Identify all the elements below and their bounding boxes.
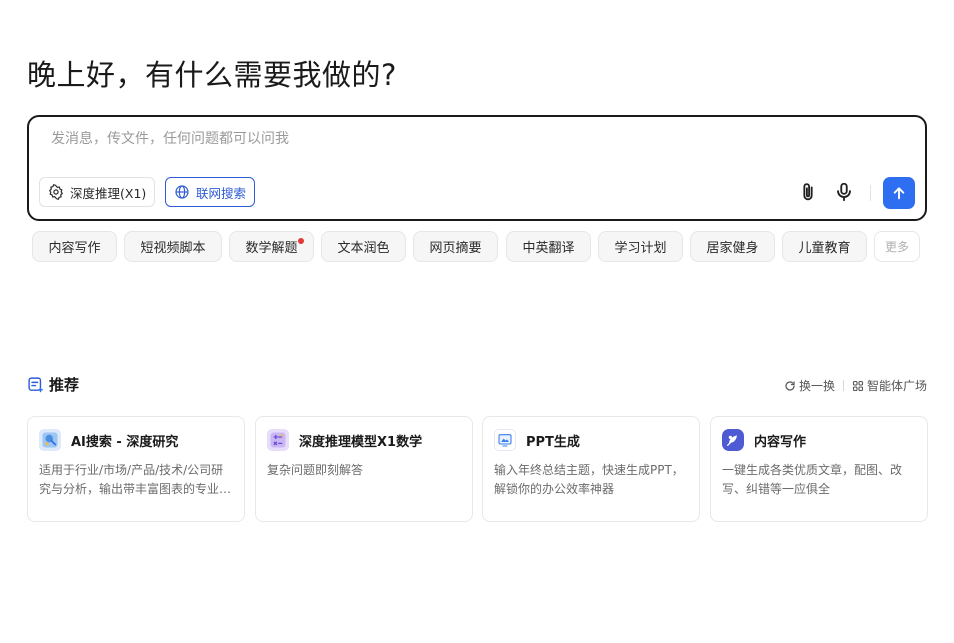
quick-action-polish[interactable]: 文本润色 [321,231,406,262]
quick-action-home-fitness[interactable]: 居家健身 [690,231,775,262]
quick-action-label: 数学解题 [245,241,298,256]
quick-action-label: 内容写作 [48,241,101,256]
card-title: AI搜索 - 深度研究 [71,434,179,450]
refresh-button[interactable]: 换一换 [784,377,835,394]
recommend-tools: 换一换 智能体广场 [784,377,927,394]
voice-input-button[interactable] [831,179,857,205]
tools-divider [842,380,844,391]
recommend-icon [28,377,43,393]
message-composer: 深度推理(X1) 联网搜索 [27,115,927,221]
recommend-card-ppt[interactable]: PPT生成 输入年终总结主题，快速生成PPT，解锁你的办公效率神器 [482,416,700,522]
attach-file-button[interactable] [795,179,821,205]
web-search-button[interactable]: 联网搜索 [165,177,256,207]
new-badge-dot [298,238,304,244]
card-description: 适用于行业/市场/产品/技术/公司研究与分析，输出带丰富图表的专业报告 [39,463,232,496]
ppt-icon [494,429,516,451]
web-search-label: 联网搜索 [196,185,247,201]
grid-icon [852,380,864,391]
greeting-title: 晚上好，有什么需要我做的? [27,58,397,92]
writing-icon [722,429,744,451]
refresh-icon [785,380,795,391]
recommend-card-x1-math[interactable]: 深度推理模型X1数学 复杂问题即刻解答 [255,416,473,522]
gear-icon [48,184,64,200]
recommend-card-ai-search[interactable]: AI搜索 - 深度研究 适用于行业/市场/产品/技术/公司研究与分析，输出带丰富… [27,416,245,522]
recommend-card-content-writing[interactable]: 内容写作 一键生成各类优质文章，配图、改写、纠错等一应俱全 [710,416,928,522]
quick-action-label: 学习计划 [614,241,667,256]
card-description: 输入年终总结主题，快速生成PPT，解锁你的办公效率神器 [494,463,684,496]
research-icon [39,429,61,451]
deep-reasoning-label: 深度推理(X1) [70,185,147,201]
quick-action-study-plan[interactable]: 学习计划 [598,231,683,262]
paperclip-icon [803,183,813,201]
card-description: 一键生成各类优质文章，配图、改写、纠错等一应俱全 [722,463,903,496]
math-icon [267,429,289,451]
quick-action-label: 网页摘要 [429,241,482,256]
more-button[interactable]: 更多 [874,231,920,262]
quick-action-translate[interactable]: 中英翻译 [506,231,591,262]
quick-action-label: 中英翻译 [522,241,575,256]
card-description: 复杂问题即刻解答 [267,463,364,477]
globe-icon [175,185,189,199]
quick-action-web-summary[interactable]: 网页摘要 [413,231,498,262]
refresh-label: 换一换 [798,379,835,393]
agent-plaza-button[interactable]: 智能体广场 [852,377,927,394]
card-title: 深度推理模型X1数学 [299,434,423,450]
message-input[interactable] [51,131,751,147]
card-title: PPT生成 [526,434,580,450]
quick-action-content-writing[interactable]: 内容写作 [32,231,117,262]
quick-action-kids-education[interactable]: 儿童教育 [782,231,867,262]
card-title: 内容写作 [754,434,807,450]
microphone-icon [837,182,851,202]
quick-action-label: 居家健身 [706,241,759,256]
quick-action-label: 短视频脚本 [140,241,206,256]
arrow-up-icon [893,187,905,200]
deep-reasoning-button[interactable]: 深度推理(X1) [39,177,156,207]
quick-action-label: 儿童教育 [798,241,851,256]
recommend-title: 推荐 [49,376,80,394]
send-button[interactable] [883,177,915,209]
more-label: 更多 [884,240,909,254]
agent-plaza-label: 智能体广场 [866,379,927,393]
quick-action-label: 文本润色 [337,241,390,256]
recommend-header: 推荐 [27,374,79,395]
quick-action-video-script[interactable]: 短视频脚本 [124,231,222,262]
toolbar-divider [870,185,871,201]
quick-action-math[interactable]: 数学解题 [229,231,314,262]
